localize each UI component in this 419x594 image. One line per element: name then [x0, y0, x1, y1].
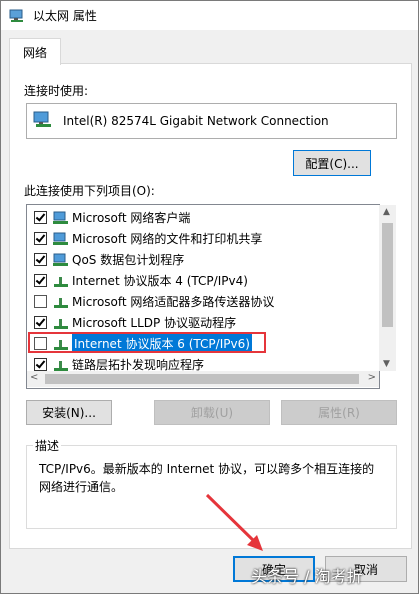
item-label: Microsoft 网络适配器多路传送器协议: [72, 295, 275, 309]
list-item[interactable]: Microsoft 网络适配器多路传送器协议: [27, 291, 379, 312]
item-label: Microsoft LLDP 协议驱动程序: [72, 316, 237, 330]
adapter-field: Intel(R) 82574L Gigabit Network Connecti…: [26, 103, 397, 139]
item-checkbox[interactable]: [34, 274, 47, 287]
watermark: 头条号 / 淘考折: [251, 567, 363, 586]
list-item[interactable]: Microsoft LLDP 协议驱动程序: [27, 312, 379, 333]
item-checkbox[interactable]: [34, 253, 47, 266]
network-client-icon: [53, 211, 69, 225]
protocol-icon: [53, 316, 69, 330]
item-checkbox[interactable]: [34, 232, 47, 245]
scroll-up-icon[interactable]: ▲: [383, 207, 390, 217]
item-label: QoS 数据包计划程序: [72, 253, 185, 267]
protocol-icon: [53, 358, 69, 372]
network-adapter-icon: [9, 8, 25, 24]
title-bar: 以太网 属性: [1, 1, 418, 30]
item-label: 链路层拓扑发现响应程序: [72, 358, 205, 371]
configure-button[interactable]: 配置(C)...: [293, 150, 371, 176]
scroll-down-icon[interactable]: ▼: [383, 359, 390, 369]
scroll-thumb[interactable]: [382, 223, 393, 327]
vertical-scrollbar[interactable]: ▲ ▼: [379, 205, 396, 371]
connect-using-label: 连接时使用:: [24, 84, 89, 98]
annotation-arrow-icon: [205, 493, 263, 551]
list-item[interactable]: 链路层拓扑发现响应程序: [27, 354, 379, 371]
list-item[interactable]: Microsoft 网络的文件和打印机共享: [27, 228, 379, 249]
item-checkbox[interactable]: [34, 358, 47, 371]
tab-network-label: 网络: [22, 45, 47, 60]
adapter-name: Intel(R) 82574L Gigabit Network Connecti…: [63, 114, 329, 128]
network-service-icon: [53, 253, 69, 267]
properties-dialog: 以太网 属性 网络 连接时使用: Intel(R) 82574L Gigabit…: [0, 0, 419, 594]
properties-button[interactable]: 属性(R): [281, 400, 397, 425]
item-label: Internet 协议版本 4 (TCP/IPv4): [72, 274, 248, 288]
tab-strip: 网络: [1, 30, 418, 65]
items-list[interactable]: Microsoft 网络客户端 Microsoft 网络的文件和打印机共享 Qo…: [26, 204, 380, 389]
list-item[interactable]: Microsoft 网络客户端: [27, 207, 379, 228]
scroll-right-icon[interactable]: >: [368, 372, 376, 383]
item-checkbox[interactable]: [34, 316, 47, 329]
list-item[interactable]: Internet 协议版本 4 (TCP/IPv4): [27, 270, 379, 291]
window-title: 以太网 属性: [33, 9, 97, 23]
scroll-left-icon[interactable]: <: [30, 372, 38, 383]
protocol-icon: [53, 295, 69, 309]
item-checkbox[interactable]: [34, 211, 47, 224]
highlight-annotation: [28, 332, 266, 353]
uninstall-button[interactable]: 卸载(U): [154, 400, 270, 425]
item-label: Microsoft 网络客户端: [72, 211, 191, 225]
network-service-icon: [53, 232, 69, 246]
item-checkbox[interactable]: [34, 295, 47, 308]
tab-panel: 连接时使用: Intel(R) 82574L Gigabit Network C…: [9, 63, 412, 549]
description-title: 描述: [33, 437, 62, 454]
items-label: 此连接使用下列项目(O):: [24, 184, 155, 198]
list-item[interactable]: QoS 数据包计划程序: [27, 249, 379, 270]
item-label: Microsoft 网络的文件和打印机共享: [72, 232, 263, 246]
scroll-thumb[interactable]: [45, 374, 359, 384]
protocol-icon: [53, 274, 69, 288]
tab-network[interactable]: 网络: [9, 38, 61, 65]
network-adapter-icon: [33, 111, 53, 132]
install-button[interactable]: 安装(N)...: [26, 400, 112, 425]
horizontal-scrollbar[interactable]: < >: [27, 371, 379, 387]
